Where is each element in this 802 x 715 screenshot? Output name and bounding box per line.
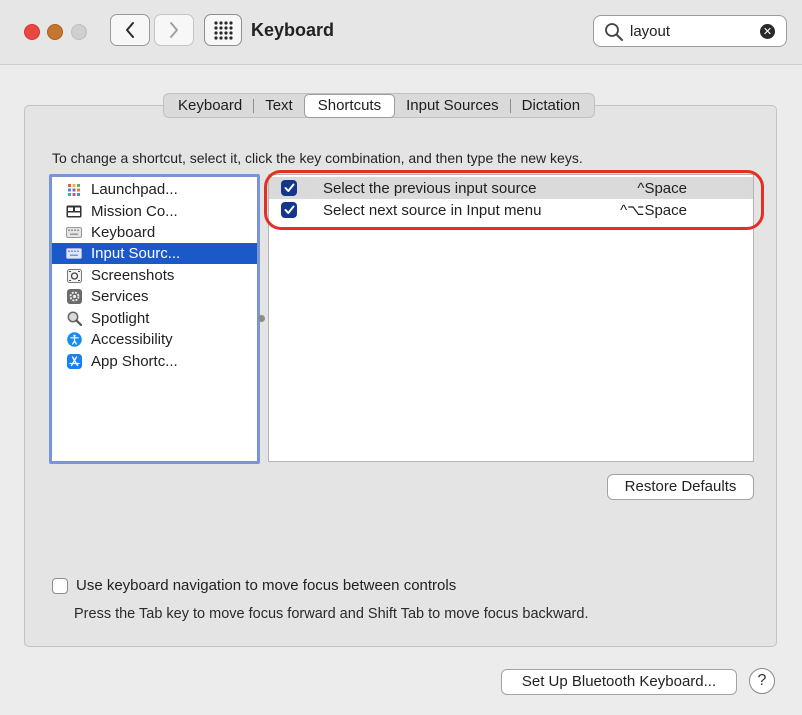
restore-defaults-button[interactable]: Restore Defaults xyxy=(607,474,754,500)
category-keyboard[interactable]: Keyboard xyxy=(52,222,257,243)
category-label: Accessibility xyxy=(91,331,173,348)
search-icon xyxy=(605,23,623,41)
split-view-handle[interactable] xyxy=(258,315,265,322)
instructions-text: To change a shortcut, select it, click t… xyxy=(52,150,583,166)
minimize-window-button[interactable] xyxy=(47,24,63,40)
category-label: App Shortc... xyxy=(91,353,178,370)
input-sources-icon xyxy=(66,246,82,262)
category-label: Spotlight xyxy=(91,310,150,327)
checkmark-icon xyxy=(284,205,294,214)
search-input[interactable] xyxy=(630,21,750,41)
category-label: Launchpad... xyxy=(91,181,178,198)
show-all-button[interactable] xyxy=(204,14,242,46)
keyboard-icon xyxy=(66,225,82,241)
category-app-shortcuts[interactable]: App Shortc... xyxy=(52,351,257,372)
checkmark-icon xyxy=(284,183,294,192)
chevron-right-icon xyxy=(170,22,178,38)
shortcut-row[interactable]: Select next source in Input menu ^⌥Space xyxy=(269,199,753,221)
category-label: Keyboard xyxy=(91,224,156,241)
category-label: Screenshots xyxy=(91,267,175,284)
category-accessibility[interactable]: Accessibility xyxy=(52,329,257,350)
accessibility-icon xyxy=(66,332,82,348)
category-label: Input Sourc... xyxy=(91,245,181,262)
shortcut-row[interactable]: Select the previous input source ^Space xyxy=(269,177,753,199)
grid-icon xyxy=(214,21,233,40)
title-bar: Keyboard ✕ xyxy=(0,0,802,65)
mission-control-icon xyxy=(66,204,82,220)
setup-bluetooth-keyboard-button[interactable]: Set Up Bluetooth Keyboard... xyxy=(501,669,737,695)
search-field[interactable]: ✕ xyxy=(593,15,787,47)
tab-text[interactable]: Text xyxy=(254,94,304,117)
shortcut-keys[interactable]: ^Space xyxy=(637,180,687,197)
window-title: Keyboard xyxy=(251,20,335,40)
category-screenshots[interactable]: Screenshots xyxy=(52,265,257,286)
keyboard-navigation-checkbox[interactable] xyxy=(52,578,68,594)
close-window-button[interactable] xyxy=(24,24,40,40)
category-list[interactable]: Launchpad... Mission Co... Keyboard Inpu… xyxy=(49,174,260,464)
category-label: Services xyxy=(91,288,149,305)
zoom-window-button[interactable] xyxy=(71,24,87,40)
magnifier-icon xyxy=(66,311,82,327)
category-mission-control[interactable]: Mission Co... xyxy=(52,201,257,222)
shortcut-list[interactable]: Select the previous input source ^Space … xyxy=(268,174,754,462)
forward-button[interactable] xyxy=(154,14,194,46)
shortcut-checkbox[interactable] xyxy=(281,180,297,196)
tab-shortcuts[interactable]: Shortcuts xyxy=(303,93,396,118)
app-store-icon xyxy=(66,354,82,370)
category-spotlight[interactable]: Spotlight xyxy=(52,308,257,329)
help-button[interactable]: ? xyxy=(749,668,775,694)
shortcut-checkbox[interactable] xyxy=(281,202,297,218)
shortcut-label: Select the previous input source xyxy=(323,179,537,197)
keyboard-navigation-help: Press the Tab key to move focus forward … xyxy=(74,606,589,622)
chevron-left-icon xyxy=(126,22,134,38)
tab-input-sources[interactable]: Input Sources xyxy=(395,94,510,117)
shortcut-label: Select next source in Input menu xyxy=(323,201,542,219)
screenshot-icon xyxy=(66,268,82,284)
tab-bar: Keyboard Text Shortcuts Input Sources Di… xyxy=(163,93,596,118)
tab-keyboard[interactable]: Keyboard xyxy=(167,94,253,117)
launchpad-icon xyxy=(66,182,82,198)
tab-dictation[interactable]: Dictation xyxy=(511,94,591,117)
gear-icon xyxy=(66,289,82,305)
category-launchpad[interactable]: Launchpad... xyxy=(52,179,257,200)
keyboard-navigation-label[interactable]: Use keyboard navigation to move focus be… xyxy=(76,577,456,594)
category-services[interactable]: Services xyxy=(52,286,257,307)
category-label: Mission Co... xyxy=(91,203,178,220)
back-button[interactable] xyxy=(110,14,150,46)
category-input-sources[interactable]: Input Sourc... xyxy=(52,243,257,264)
clear-search-icon[interactable]: ✕ xyxy=(760,24,775,39)
shortcut-keys[interactable]: ^⌥Space xyxy=(620,201,687,219)
